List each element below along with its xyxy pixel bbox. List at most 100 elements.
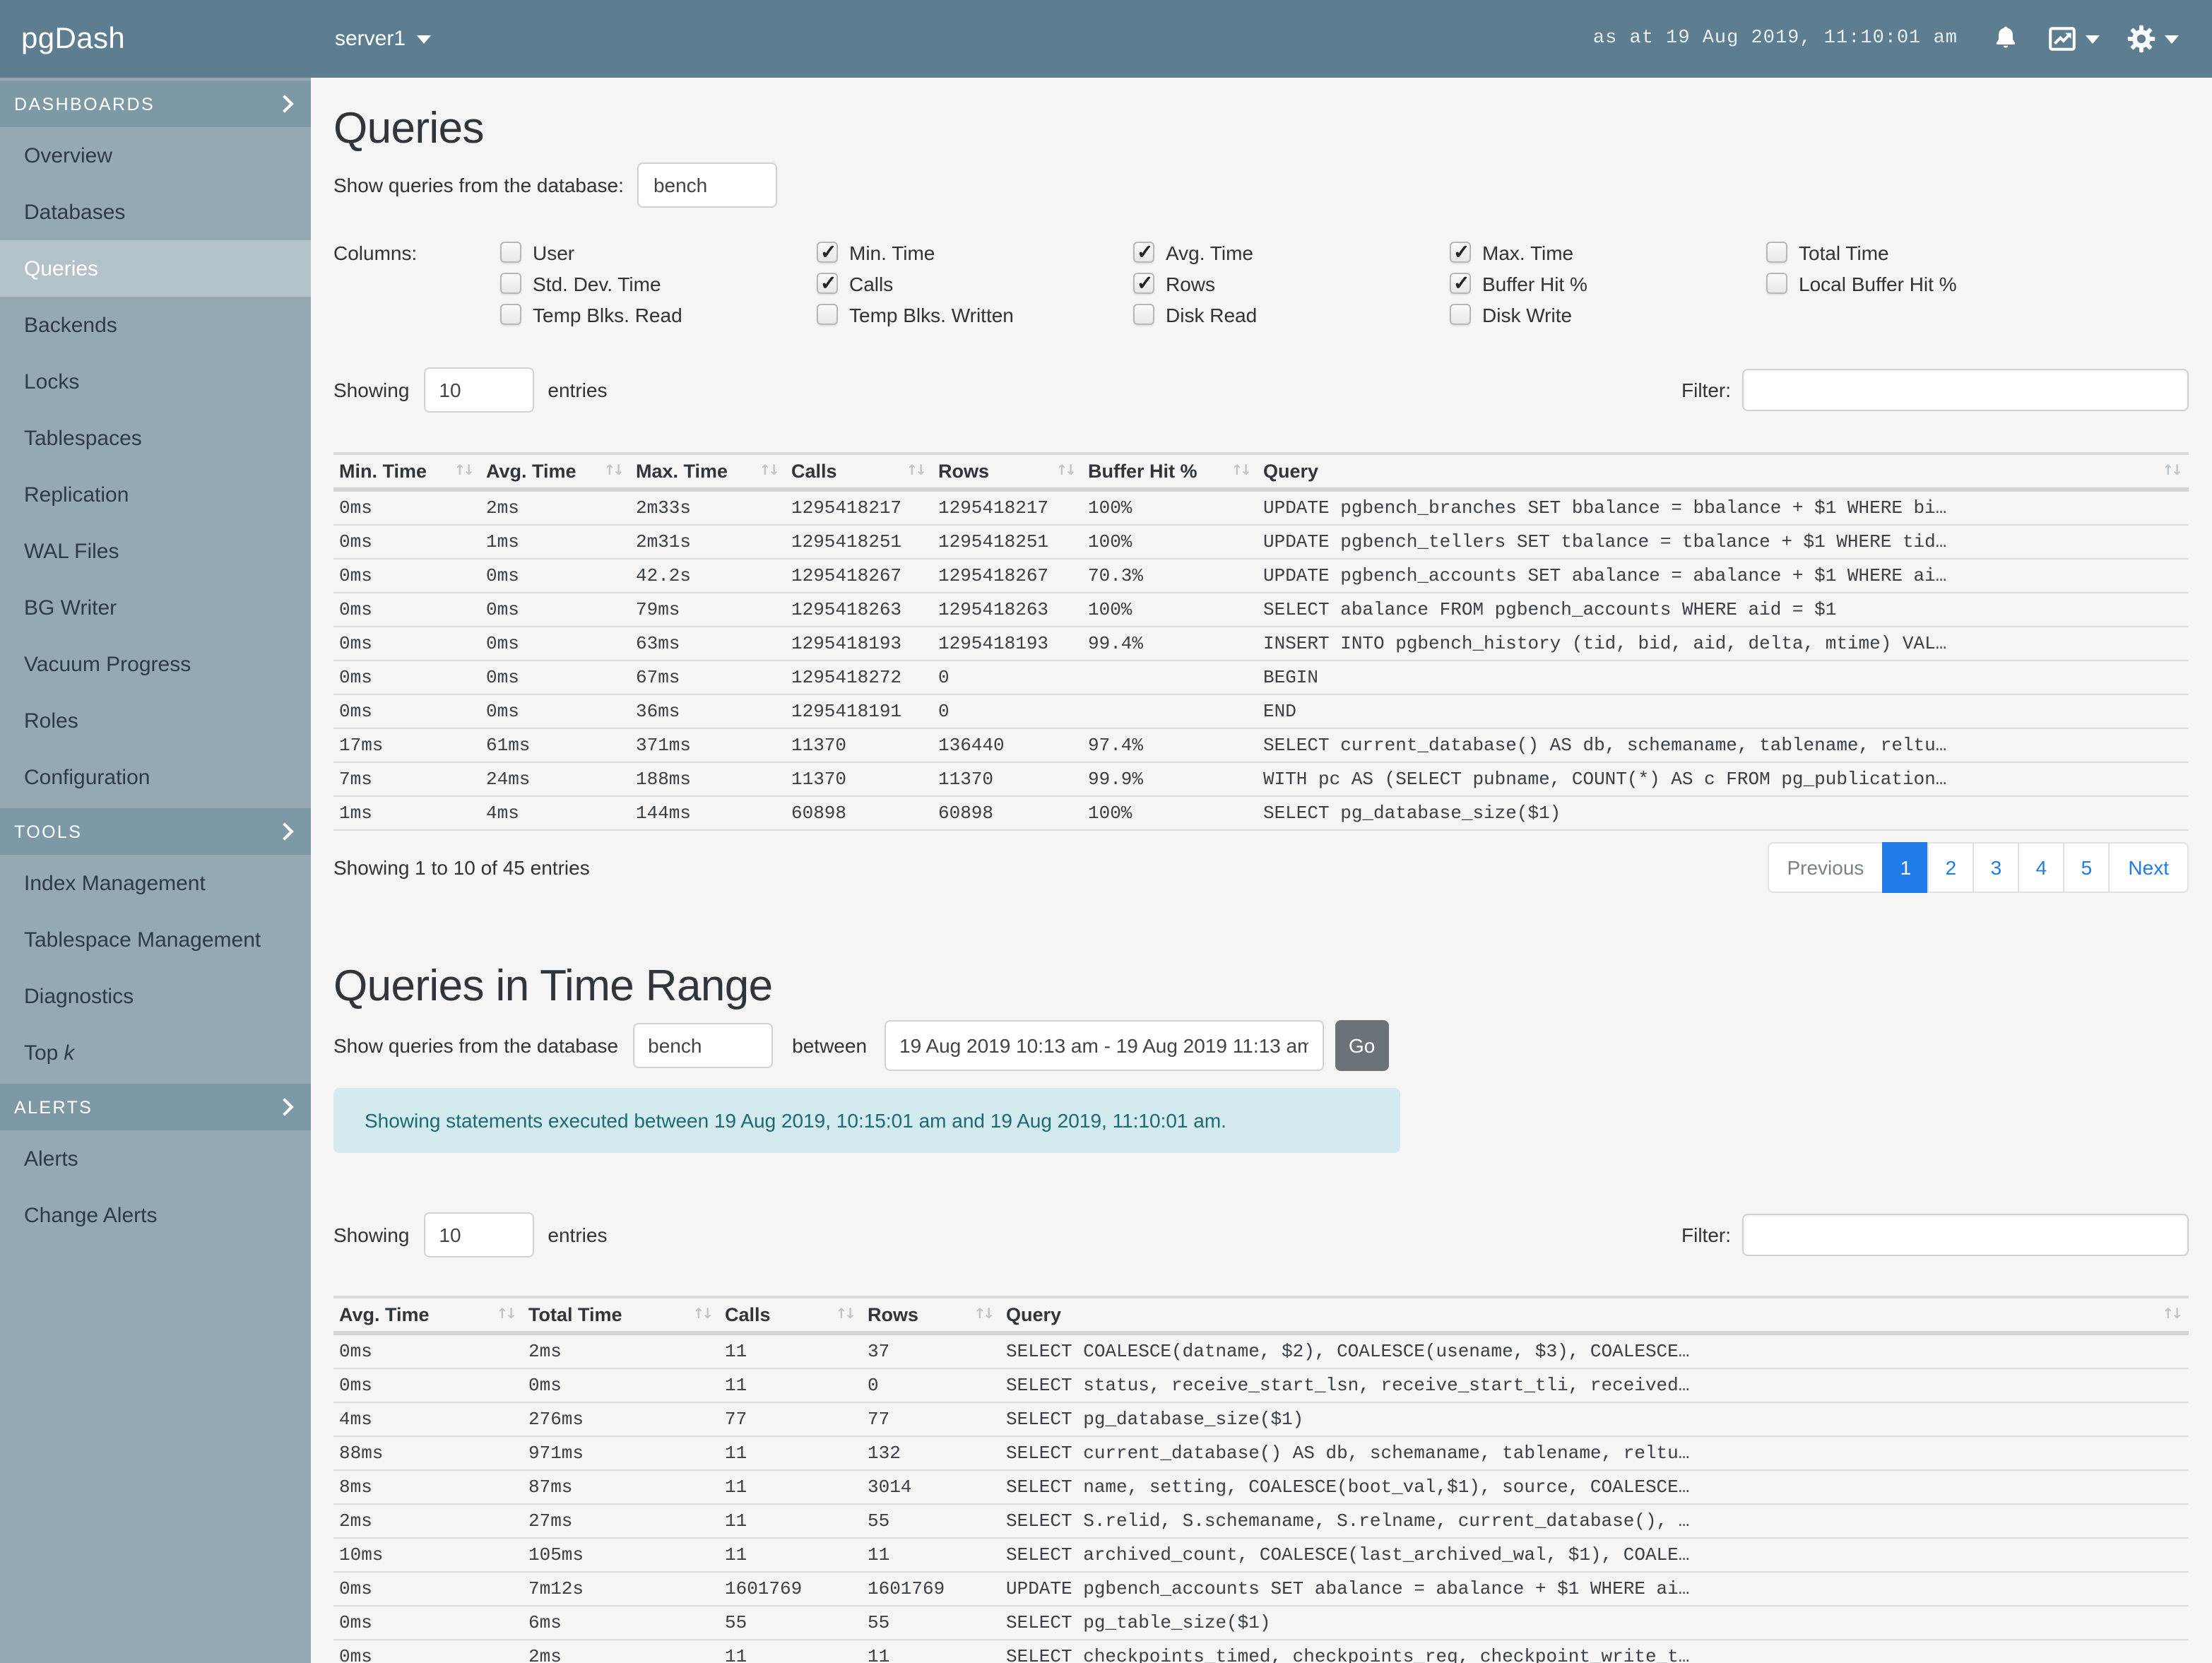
checkbox[interactable] bbox=[817, 304, 838, 325]
sort-icon[interactable]: ↑↓ bbox=[2162, 1307, 2183, 1322]
query-link[interactable]: SELECT archived_count, COALESCE(last_arc… bbox=[1000, 1538, 2189, 1573]
sort-icon[interactable]: ↑↓ bbox=[496, 1307, 517, 1322]
column-header[interactable]: Total Time ↑↓ bbox=[523, 1297, 719, 1335]
filter-input[interactable] bbox=[1742, 369, 2189, 411]
database-input[interactable] bbox=[637, 162, 778, 208]
checkbox[interactable] bbox=[1133, 239, 1154, 264]
sort-icon[interactable]: ↑↓ bbox=[906, 463, 927, 479]
database-input[interactable] bbox=[632, 1023, 773, 1068]
query-link[interactable]: SELECT pg_database_size($1) bbox=[1258, 796, 2189, 831]
checkbox[interactable] bbox=[500, 242, 521, 263]
sidebar-item[interactable]: Roles bbox=[0, 692, 311, 749]
checkbox[interactable] bbox=[817, 271, 838, 295]
analytics-menu-button[interactable] bbox=[2047, 24, 2099, 54]
column-header[interactable]: Avg. Time ↑↓ bbox=[480, 454, 630, 492]
query-link[interactable]: SELECT checkpoints_timed, checkpoints_re… bbox=[1000, 1640, 2189, 1663]
column-header[interactable]: Query ↑↓ bbox=[1000, 1297, 2189, 1335]
query-link[interactable]: SELECT name, setting, COALESCE(boot_val,… bbox=[1000, 1470, 2189, 1505]
query-link[interactable]: SELECT pg_database_size($1) bbox=[1000, 1402, 2189, 1437]
column-header[interactable]: Rows ↑↓ bbox=[862, 1297, 1000, 1335]
sidebar-item[interactable]: Configuration bbox=[0, 749, 311, 805]
sort-icon[interactable]: ↑↓ bbox=[2162, 463, 2183, 479]
checkbox[interactable] bbox=[1450, 239, 1471, 264]
query-link[interactable]: SELECT status, receive_start_lsn, receiv… bbox=[1000, 1368, 2189, 1403]
sidebar-item[interactable]: Top k bbox=[0, 1024, 311, 1081]
checkbox[interactable] bbox=[500, 273, 521, 294]
sidebar-item[interactable]: Change Alerts bbox=[0, 1187, 311, 1243]
sort-icon[interactable]: ↑↓ bbox=[1055, 463, 1077, 479]
go-button[interactable]: Go bbox=[1335, 1020, 1390, 1071]
column-header[interactable]: Avg. Time ↑↓ bbox=[333, 1297, 523, 1335]
sidebar-item[interactable]: Index Management bbox=[0, 855, 311, 911]
sidebar-section-dashboards[interactable]: DASHBOARDS bbox=[0, 81, 311, 127]
column-header[interactable]: Query ↑↓ bbox=[1258, 454, 2189, 492]
sidebar-item[interactable]: Replication bbox=[0, 466, 311, 523]
filter-input[interactable] bbox=[1742, 1214, 2189, 1256]
page-number-button[interactable]: 3 bbox=[1973, 842, 2020, 893]
page-number-button[interactable]: 4 bbox=[2018, 842, 2065, 893]
sort-icon[interactable]: ↑↓ bbox=[759, 463, 780, 479]
sidebar-section-alerts[interactable]: ALERTS bbox=[0, 1084, 311, 1130]
sidebar-item[interactable]: Tablespace Management bbox=[0, 911, 311, 968]
brand-logo[interactable]: pgDash bbox=[0, 22, 311, 56]
query-link[interactable]: END bbox=[1258, 694, 2189, 729]
sidebar-item[interactable]: WAL Files bbox=[0, 523, 311, 579]
column-header[interactable]: Buffer Hit % ↑↓ bbox=[1082, 454, 1258, 492]
query-link[interactable]: SELECT current_database() AS db, scheman… bbox=[1000, 1436, 2189, 1471]
query-link[interactable]: INSERT INTO pgbench_history (tid, bid, a… bbox=[1258, 627, 2189, 661]
checkbox[interactable] bbox=[1450, 304, 1471, 325]
query-link[interactable]: SELECT S.relid, S.schemaname, S.relname,… bbox=[1000, 1504, 2189, 1539]
sidebar-section-tools[interactable]: TOOLS bbox=[0, 808, 311, 855]
sidebar-item[interactable]: Backends bbox=[0, 297, 311, 353]
sidebar-item[interactable]: Overview bbox=[0, 127, 311, 184]
page-number-button[interactable]: 2 bbox=[1927, 842, 1975, 893]
checkbox[interactable] bbox=[1766, 242, 1787, 263]
sidebar-item[interactable]: Vacuum Progress bbox=[0, 636, 311, 692]
query-link[interactable]: UPDATE pgbench_branches SET bbalance = b… bbox=[1258, 490, 2189, 526]
sidebar-item[interactable]: Diagnostics bbox=[0, 968, 311, 1024]
sort-icon[interactable]: ↑↓ bbox=[454, 463, 475, 479]
notifications-button[interactable] bbox=[1990, 24, 2020, 54]
query-link[interactable]: SELECT current_database() AS db, scheman… bbox=[1258, 728, 2189, 763]
query-link[interactable]: SELECT pg_table_size($1) bbox=[1000, 1606, 2189, 1640]
query-link[interactable]: BEGIN bbox=[1258, 661, 2189, 695]
checkbox[interactable] bbox=[817, 239, 838, 264]
query-link[interactable]: UPDATE pgbench_accounts SET abalance = a… bbox=[1258, 559, 2189, 593]
sidebar-item[interactable]: BG Writer bbox=[0, 579, 311, 636]
query-link[interactable]: SELECT abalance FROM pgbench_accounts WH… bbox=[1258, 593, 2189, 627]
checkbox[interactable] bbox=[1450, 271, 1471, 295]
checkbox[interactable] bbox=[1133, 271, 1154, 295]
server-selector[interactable]: server1 bbox=[335, 27, 432, 51]
buffer-hit-cell: 100% bbox=[1082, 490, 1258, 526]
column-header[interactable]: Rows ↑↓ bbox=[933, 454, 1082, 492]
sort-icon[interactable]: ↑↓ bbox=[835, 1307, 856, 1322]
sort-icon[interactable]: ↑↓ bbox=[692, 1307, 714, 1322]
sidebar-item[interactable]: Queries bbox=[0, 240, 311, 297]
sidebar-item[interactable]: Locks bbox=[0, 353, 311, 410]
time-range-input[interactable] bbox=[884, 1020, 1324, 1071]
query-link[interactable]: UPDATE pgbench_tellers SET tbalance = tb… bbox=[1258, 525, 2189, 560]
checkbox[interactable] bbox=[500, 304, 521, 325]
column-header[interactable]: Calls ↑↓ bbox=[719, 1297, 862, 1335]
entries-count-input[interactable] bbox=[423, 1212, 534, 1257]
query-link[interactable]: SELECT COALESCE(datname, $2), COALESCE(u… bbox=[1000, 1333, 2189, 1369]
query-link[interactable]: WITH pc AS (SELECT pubname, COUNT(*) AS … bbox=[1258, 762, 2189, 797]
page-number-button[interactable]: 1 bbox=[1882, 842, 1929, 893]
sidebar-item[interactable]: Databases bbox=[0, 184, 311, 240]
column-header[interactable]: Min. Time ↑↓ bbox=[333, 454, 480, 492]
column-header[interactable]: Calls ↑↓ bbox=[786, 454, 933, 492]
sort-icon[interactable]: ↑↓ bbox=[603, 463, 625, 479]
checkbox[interactable] bbox=[1766, 273, 1787, 294]
query-link[interactable]: UPDATE pgbench_accounts SET abalance = a… bbox=[1000, 1572, 2189, 1606]
column-header[interactable]: Max. Time ↑↓ bbox=[630, 454, 786, 492]
entries-count-input[interactable] bbox=[423, 367, 534, 413]
settings-menu-button[interactable] bbox=[2126, 24, 2178, 54]
sidebar-item[interactable]: Alerts bbox=[0, 1130, 311, 1187]
page-number-button[interactable]: 5 bbox=[2063, 842, 2110, 893]
checkbox[interactable] bbox=[1133, 304, 1154, 325]
sort-icon[interactable]: ↑↓ bbox=[974, 1307, 995, 1322]
next-page-button[interactable]: Next bbox=[2108, 842, 2189, 893]
sort-icon[interactable]: ↑↓ bbox=[1231, 463, 1252, 479]
previous-page-button[interactable]: Previous bbox=[1767, 842, 1884, 893]
sidebar-item[interactable]: Tablespaces bbox=[0, 410, 311, 466]
